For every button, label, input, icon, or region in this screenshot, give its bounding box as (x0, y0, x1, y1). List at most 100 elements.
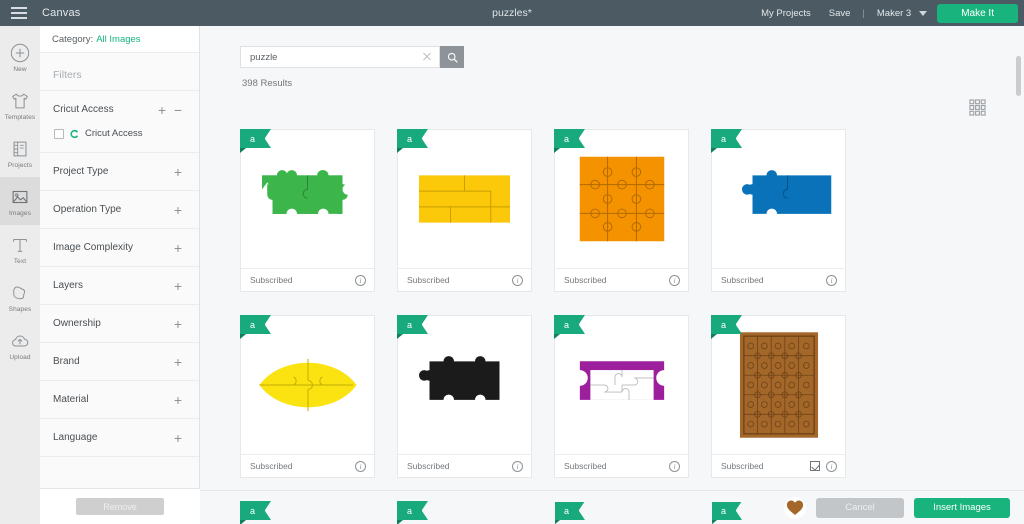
filter-group-image-complexity: Image Complexity + (40, 228, 199, 266)
card-footer: Subscribed i (398, 268, 531, 291)
rail-item-shapes[interactable]: Shapes (0, 273, 40, 321)
filter-panel: Category: All Images Filters Cricut Acce… (40, 26, 200, 524)
expand-plus-icon[interactable]: + (170, 355, 186, 369)
cricut-access-badge: a (554, 129, 585, 153)
ribbon-tail (422, 315, 428, 334)
filter-group-header-project-type[interactable]: Project Type + (53, 153, 186, 190)
filter-group-name: Cricut Access (53, 104, 114, 115)
rail-item-projects[interactable]: Projects (0, 129, 40, 177)
info-icon[interactable]: i (826, 460, 837, 472)
filter-group-name: Language (53, 432, 98, 443)
scrollbar-thumb[interactable] (1016, 56, 1021, 96)
image-thumbnail (398, 130, 531, 268)
image-thumbnail (398, 316, 531, 454)
filter-group-language: Language + (40, 418, 199, 456)
selected-image-thumbnail[interactable] (784, 496, 806, 519)
image-card[interactable]: a Subscribed i (554, 315, 689, 478)
rail-item-new[interactable]: New (0, 33, 40, 81)
info-icon[interactable]: i (512, 274, 523, 286)
rail-label-text: Text (13, 257, 27, 265)
ribbon-tail (422, 129, 428, 148)
subscription-status: Subscribed (564, 275, 607, 285)
top-bar: Canvas puzzles* My Projects Save | Maker… (0, 0, 1024, 26)
filter-group-operation-type: Operation Type + (40, 190, 199, 228)
hamburger-menu-icon[interactable] (0, 0, 38, 26)
filter-group-cricut-access: Cricut Access + − Cricut Access (40, 90, 199, 152)
filter-group-name: Ownership (53, 318, 101, 329)
four-block-yellow-art (419, 175, 510, 223)
search-input[interactable] (250, 51, 421, 63)
expand-plus-icon[interactable]: + (170, 317, 186, 331)
image-thumbnail (241, 316, 374, 454)
insert-images-button[interactable]: Insert Images (914, 497, 1010, 518)
filter-group-header-brand[interactable]: Brand + (53, 343, 186, 380)
filter-group-header-cricut-access[interactable]: Cricut Access + − (53, 91, 186, 128)
results-scrollbar[interactable] (1016, 56, 1021, 496)
image-thumbnail (712, 316, 845, 454)
image-card[interactable]: a (711, 315, 846, 478)
collapse-minus-icon[interactable]: − (170, 103, 186, 117)
my-projects-link[interactable]: My Projects (752, 8, 820, 19)
subscription-status: Subscribed (407, 275, 450, 285)
info-icon[interactable]: i (669, 460, 680, 472)
filter-group-ownership: Ownership + (40, 304, 199, 342)
cricut-access-badge: a (240, 315, 271, 339)
rail-item-text[interactable]: Text (0, 225, 40, 273)
panel-footer: Remove (40, 488, 200, 524)
card-footer: Subscribed i (241, 454, 374, 477)
clear-search-icon[interactable] (421, 51, 433, 63)
filter-group-header-language[interactable]: Language + (53, 419, 186, 456)
filter-group-header-material[interactable]: Material + (53, 381, 186, 418)
frame-purple-art (579, 361, 664, 400)
expand-plus-icon[interactable]: + (170, 241, 186, 255)
card-footer: Subscribed i (555, 268, 688, 291)
image-thumbnail (241, 130, 374, 268)
image-card[interactable]: a Subscribed i (240, 129, 375, 292)
filter-option-label: Cricut Access (85, 128, 143, 139)
machine-selector[interactable]: Maker 3 (868, 8, 915, 19)
filter-group-header-image-complexity[interactable]: Image Complexity + (53, 229, 186, 266)
filter-group-header-operation-type[interactable]: Operation Type + (53, 191, 186, 228)
text-icon (13, 238, 27, 252)
expand-plus-icon[interactable]: + (154, 103, 170, 117)
make-it-button[interactable]: Make It (937, 3, 1018, 23)
expand-plus-icon[interactable]: + (170, 431, 186, 445)
nine-grid-orange-art (579, 156, 664, 242)
remove-filters-button[interactable]: Remove (76, 498, 164, 515)
filter-group-header-layers[interactable]: Layers + (53, 267, 186, 304)
rail-label-new: New (13, 65, 27, 73)
info-icon[interactable]: i (355, 460, 366, 472)
expand-plus-icon[interactable]: + (170, 165, 186, 179)
rail-label-shapes: Shapes (8, 305, 32, 313)
cricut-access-checkbox[interactable] (54, 128, 64, 139)
image-thumbnail (555, 130, 688, 268)
info-icon[interactable]: i (512, 460, 523, 472)
cricut-access-badge: a (711, 129, 742, 153)
expand-plus-icon[interactable]: + (170, 279, 186, 293)
select-checkbox-icon[interactable] (810, 461, 820, 471)
rail-item-templates[interactable]: Templates (0, 81, 40, 129)
image-results-grid: a Subscribed i a Subscribed i a Subscrib… (240, 129, 984, 524)
image-card[interactable]: a Subscribed i (554, 129, 689, 292)
filter-group-header-ownership[interactable]: Ownership + (53, 305, 186, 342)
expand-plus-icon[interactable]: + (170, 393, 186, 407)
grid-view-icon[interactable] (969, 99, 986, 116)
rail-item-upload[interactable]: Upload (0, 321, 40, 369)
filter-option-cricut-access[interactable]: Cricut Access (53, 128, 186, 152)
rail-item-images[interactable]: Images (0, 177, 40, 225)
search-button[interactable] (440, 46, 464, 68)
info-icon[interactable]: i (669, 274, 680, 286)
expand-plus-icon[interactable]: + (170, 203, 186, 217)
image-card[interactable]: a Subscribed i (397, 315, 532, 478)
image-card[interactable]: a Subscribed i (397, 129, 532, 292)
image-card[interactable]: a Subscribed i (240, 315, 375, 478)
info-icon[interactable]: i (826, 274, 837, 286)
cancel-button[interactable]: Cancel (816, 497, 904, 518)
chevron-down-icon[interactable] (919, 10, 928, 16)
save-button[interactable]: Save (820, 8, 860, 19)
filter-group-name: Image Complexity (53, 242, 134, 253)
info-icon[interactable]: i (355, 274, 366, 286)
category-value-link[interactable]: All Images (96, 34, 140, 45)
cricut-access-badge: a (711, 315, 742, 339)
image-card[interactable]: a Subscribed i (711, 129, 846, 292)
